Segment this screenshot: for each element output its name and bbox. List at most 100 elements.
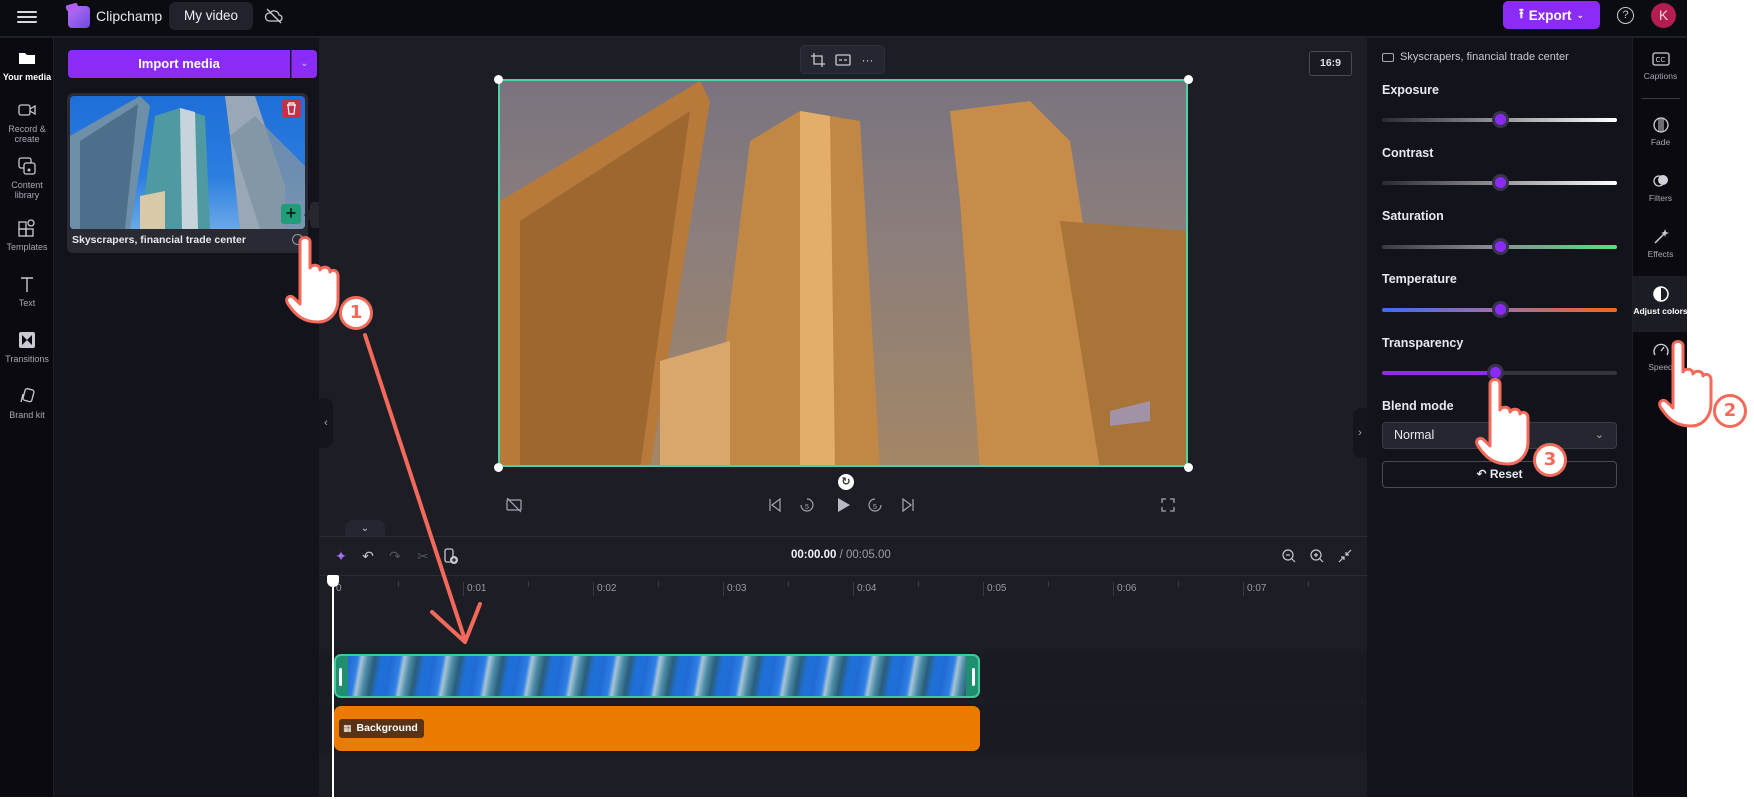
blend-mode-select[interactable]: Normal ⌄	[1382, 422, 1617, 449]
tab-speed[interactable]: Speed	[1633, 341, 1687, 372]
export-button[interactable]: ⭱ Export ⌄	[1503, 1, 1600, 29]
fit-icon[interactable]	[834, 52, 851, 68]
app-name: Clipchamp	[96, 8, 163, 24]
tab-label: Captions	[1643, 71, 1678, 81]
forward-5s-icon[interactable]: 5	[866, 496, 884, 514]
media-thumbnail[interactable]	[70, 96, 305, 229]
effects-wand-icon	[1653, 229, 1669, 244]
redo-icon[interactable]: ↷	[386, 547, 404, 565]
playhead[interactable]	[332, 578, 334, 797]
menu-icon[interactable]	[17, 8, 37, 28]
project-name-field[interactable]: My video	[169, 2, 253, 30]
temperature-slider[interactable]	[1382, 301, 1617, 318]
nav-label: Templates	[6, 242, 48, 252]
video-clip[interactable]	[334, 654, 980, 698]
center-workspace: ‹ › ··· 16:9 ↻ 5 5 ⌄ ✦ ↶ ↷ ✂ 00:00.00 / …	[319, 38, 1367, 797]
import-media-button[interactable]: Import media	[68, 50, 290, 78]
zoom-in-icon[interactable]	[1308, 547, 1326, 565]
fit-timeline-icon[interactable]	[1336, 547, 1354, 565]
tab-label: Speed	[1648, 362, 1673, 372]
help-icon[interactable]: ?	[1617, 7, 1634, 24]
resize-handle[interactable]	[494, 75, 503, 84]
nav-content-library[interactable]: Content library	[0, 156, 54, 200]
contrast-slider[interactable]	[1382, 174, 1617, 191]
transparency-slider[interactable]	[1382, 364, 1617, 381]
resize-handle[interactable]	[494, 463, 503, 472]
top-bar: Clipchamp My video ⭱ Export ⌄ ? K	[0, 0, 1687, 37]
nav-your-media[interactable]: Your media	[0, 48, 54, 82]
resize-handle[interactable]	[1184, 75, 1193, 84]
resize-handle[interactable]	[1184, 463, 1193, 472]
minor-tick	[1308, 581, 1309, 587]
exposure-slider-knob[interactable]	[1491, 111, 1509, 128]
zoom-out-icon[interactable]	[1280, 547, 1298, 565]
collapse-right-panel-button[interactable]: ›	[1353, 408, 1367, 458]
skip-to-end-icon[interactable]	[899, 496, 917, 514]
rewind-5s-icon[interactable]: 5	[798, 496, 816, 514]
ai-sparkle-icon[interactable]: ✦	[332, 547, 350, 565]
chevron-down-icon: ⌄	[1576, 9, 1585, 20]
tab-filters[interactable]: Filters	[1633, 172, 1687, 203]
current-time: 00:00.00	[791, 549, 837, 561]
tick-label: 0:04	[853, 582, 876, 596]
transparency-slider-knob[interactable]	[1486, 364, 1504, 381]
saturation-slider[interactable]	[1382, 238, 1617, 255]
more-icon[interactable]: ···	[860, 52, 876, 68]
reset-icon: ↶	[1476, 467, 1487, 481]
avatar[interactable]: K	[1651, 3, 1676, 28]
clip-title-text: Skyscrapers, financial trade center	[1400, 51, 1569, 63]
minor-tick	[788, 581, 789, 587]
exposure-label: Exposure	[1382, 83, 1439, 97]
adjust-colors-panel: Skyscrapers, financial trade center Expo…	[1367, 38, 1632, 797]
nav-transitions[interactable]: Transitions	[0, 330, 54, 364]
tab-captions[interactable]: CC Captions	[1633, 50, 1687, 81]
background-clip[interactable]: ▦ Background	[334, 706, 980, 751]
tab-adjust-colors[interactable]: Adjust colors	[1633, 276, 1687, 332]
nav-label: Text	[18, 298, 36, 308]
media-panel: Import media ⌄ + Skyscrapers, financial …	[54, 38, 319, 797]
info-icon[interactable]	[292, 234, 303, 245]
crop-icon[interactable]	[810, 52, 826, 68]
tick-label: 0:07	[1243, 582, 1266, 596]
saturation-slider-knob[interactable]	[1491, 238, 1509, 255]
import-dropdown-button[interactable]: ⌄	[291, 50, 317, 78]
reset-button[interactable]: ↶ Reset	[1382, 461, 1617, 488]
fullscreen-icon[interactable]	[1159, 496, 1177, 514]
cloud-off-icon[interactable]	[264, 7, 284, 25]
playhead-handle[interactable]	[327, 575, 339, 587]
clip-trim-handle-right[interactable]	[972, 668, 975, 686]
nav-record-create[interactable]: Record & create	[0, 100, 54, 144]
timeline-collapse-button[interactable]: ⌄	[345, 520, 385, 537]
add-media-to-timeline-icon[interactable]	[442, 547, 460, 565]
collapse-left-panel-button[interactable]: ‹	[319, 398, 333, 448]
video-preview[interactable]	[498, 79, 1188, 467]
minor-tick	[1178, 581, 1179, 587]
play-icon[interactable]	[832, 496, 854, 514]
minor-tick	[398, 581, 399, 587]
captions-off-icon[interactable]	[505, 496, 523, 514]
tab-label: Effects	[1647, 249, 1674, 259]
skip-to-start-icon[interactable]	[766, 496, 784, 514]
nav-templates[interactable]: Templates	[0, 218, 54, 252]
text-icon	[21, 277, 33, 292]
aspect-ratio-button[interactable]: 16:9	[1309, 51, 1352, 76]
temperature-slider-knob[interactable]	[1491, 301, 1509, 318]
undo-icon[interactable]: ↶	[359, 547, 377, 565]
rotate-handle-icon[interactable]: ↻	[838, 474, 854, 490]
transitions-icon	[19, 332, 35, 348]
tab-effects[interactable]: Effects	[1633, 228, 1687, 259]
add-to-timeline-button[interactable]: +	[281, 204, 301, 224]
timeline-ruler[interactable]: 0 0:01 0:02 0:03 0:04 0:05 0:06 0:07	[319, 577, 1367, 599]
clip-trim-handle-left[interactable]	[339, 668, 342, 686]
nav-text[interactable]: Text	[0, 274, 54, 308]
split-scissors-icon[interactable]: ✂	[414, 547, 432, 565]
transparency-slider-fill	[1382, 371, 1495, 375]
nav-brand-kit[interactable]: Brand kit	[0, 386, 54, 420]
left-nav-rail: Your media Record & create Content libra…	[0, 38, 54, 797]
nav-label: Your media	[2, 72, 52, 82]
delete-button[interactable]	[282, 99, 301, 118]
tab-fade[interactable]: Fade	[1633, 116, 1687, 147]
exposure-slider[interactable]	[1382, 111, 1617, 128]
contrast-slider-knob[interactable]	[1491, 174, 1509, 191]
media-item[interactable]: + Skyscrapers, financial trade center	[67, 93, 308, 253]
